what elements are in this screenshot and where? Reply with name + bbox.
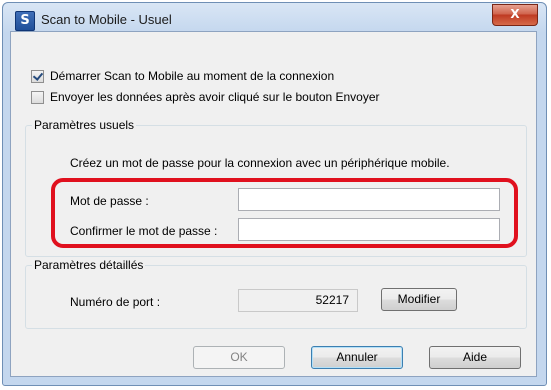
start-on-login-checkbox[interactable] [31, 69, 44, 83]
detailed-settings-legend: Paramètres détaillés [32, 258, 146, 272]
title-bar[interactable]: S Scan to Mobile - Usuel X [3, 3, 546, 33]
modify-port-button[interactable]: Modifier [381, 288, 457, 311]
close-icon: X [510, 7, 520, 21]
port-value-field: 52217 [238, 289, 358, 312]
dialog-body: Démarrer Scan to Mobile au moment de la … [10, 31, 537, 377]
start-on-login-label: Démarrer Scan to Mobile au moment de la … [50, 69, 335, 83]
dialog-window: S Scan to Mobile - Usuel X Démarrer Scan… [2, 2, 547, 386]
scansnap-app-icon: S [15, 11, 35, 31]
cancel-button[interactable]: Annuler [311, 346, 403, 369]
password-description: Créez un mot de passe pour la connexion … [70, 156, 450, 170]
help-button[interactable]: Aide [429, 346, 521, 369]
start-on-login-checkbox-row[interactable]: Démarrer Scan to Mobile au moment de la … [31, 68, 334, 84]
send-after-click-checkbox[interactable] [31, 90, 44, 104]
ok-button[interactable]: OK [193, 346, 285, 369]
password-fields-highlight [51, 178, 518, 248]
close-button[interactable]: X [492, 4, 538, 26]
usual-settings-legend: Paramètres usuels [32, 118, 137, 132]
send-after-click-label: Envoyer les données après avoir cliqué s… [50, 90, 380, 104]
window-title: Scan to Mobile - Usuel [41, 12, 172, 27]
port-label: Numéro de port : [70, 295, 161, 309]
send-after-click-checkbox-row[interactable]: Envoyer les données après avoir cliqué s… [31, 89, 380, 105]
